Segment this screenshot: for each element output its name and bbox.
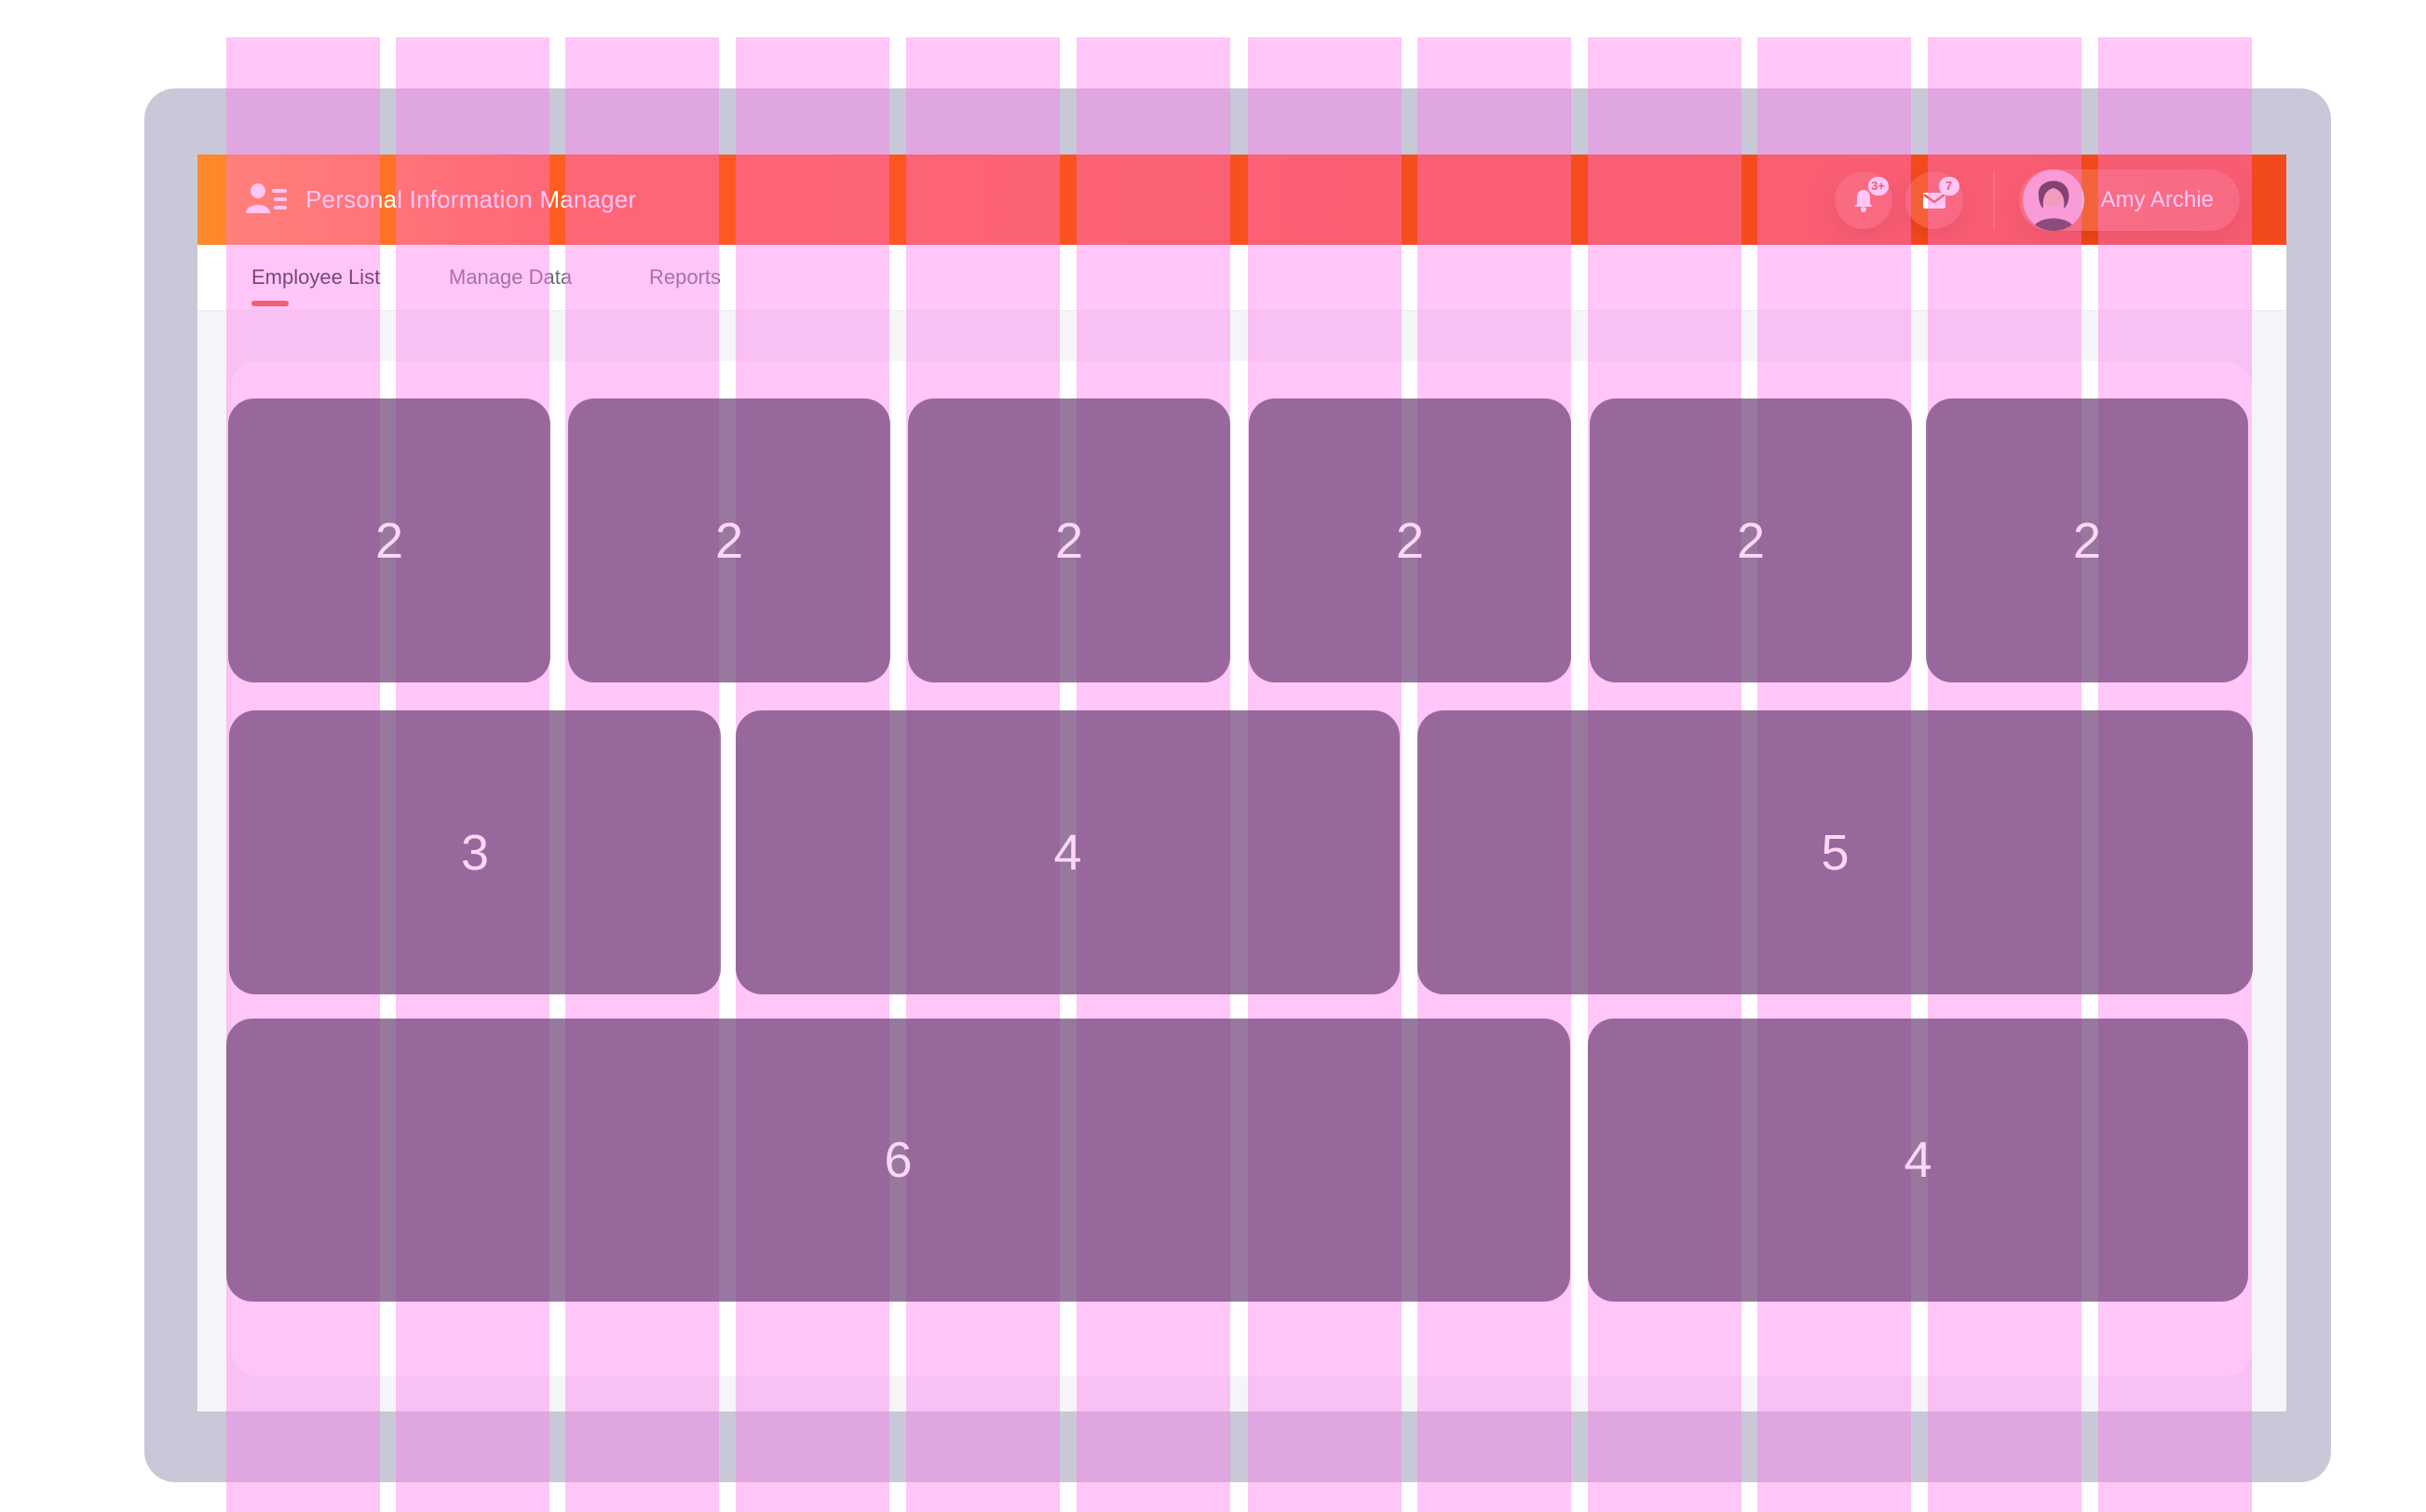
grid-cell: 2 bbox=[568, 398, 890, 682]
grid-cell: 2 bbox=[1249, 398, 1571, 682]
grid-cell: 2 bbox=[1926, 398, 2248, 682]
grid-cell: 4 bbox=[736, 710, 1400, 994]
grid-cell: 4 bbox=[1588, 1019, 2248, 1302]
grid-cell: 2 bbox=[1590, 398, 1912, 682]
grid-cell: 5 bbox=[1417, 710, 2253, 994]
grid-cell: 6 bbox=[226, 1019, 1570, 1302]
grid-cell: 2 bbox=[228, 398, 550, 682]
screenshot-stage: Personal Information Manager 3+ 7 Amy Ar… bbox=[0, 0, 2426, 1512]
grid-cell: 2 bbox=[908, 398, 1230, 682]
grid-cell: 3 bbox=[229, 710, 721, 994]
